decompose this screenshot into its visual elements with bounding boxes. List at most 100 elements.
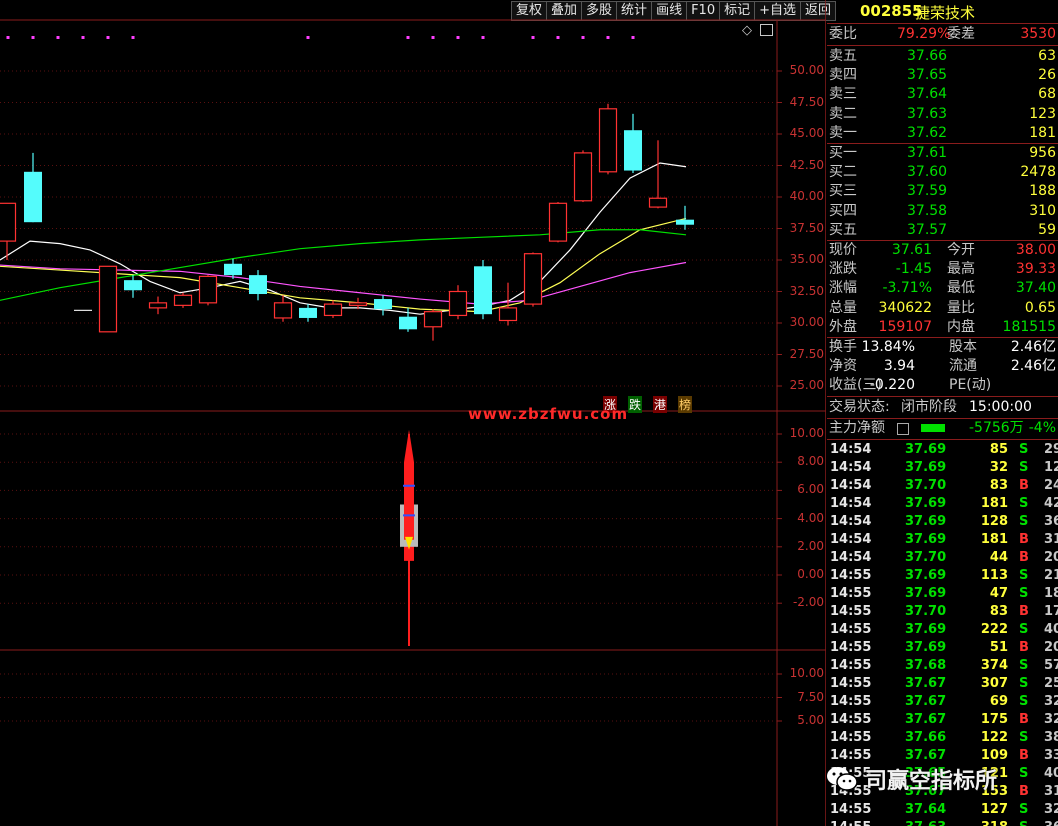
quote-panel: 002855 捷荣技术 委比 79.29% 委差 3530 卖五 37.66 63 卖… <box>827 0 1058 826</box>
candle <box>573 150 593 203</box>
wechat-icon <box>827 767 858 791</box>
sub-indicator-axis-label: 5.00 <box>797 713 824 727</box>
signal-dot <box>456 36 460 39</box>
signal-dot <box>306 36 310 39</box>
price-axis-label: 35.00 <box>789 252 824 266</box>
price-axis-label: 45.00 <box>789 126 824 140</box>
signal-dot <box>56 36 60 39</box>
kline-chart[interactable] <box>0 0 826 826</box>
rocket-indicator <box>400 429 418 646</box>
candle <box>448 285 468 320</box>
quote-row: 涨跌 -1.45 最高 39.33 <box>829 261 1056 278</box>
candle <box>98 265 118 333</box>
indicator-axis-label: 6.00 <box>797 482 824 497</box>
signal-dot <box>31 36 35 39</box>
signal-dot <box>581 36 585 39</box>
signal-dot <box>106 36 110 39</box>
candle <box>323 300 343 318</box>
badge-gang[interactable]: 港 <box>653 396 668 413</box>
price-axis-label: 47.50 <box>789 94 824 109</box>
tick-row: 14:54 37.70 44 B 20 <box>830 550 1058 565</box>
indicator-axis-label: -2.00 <box>792 595 824 610</box>
bid-row: 买四 37.58 310 <box>829 202 1056 219</box>
stock-header: 002855 捷荣技术 <box>827 0 1058 23</box>
candle <box>124 275 142 298</box>
tick-row: 14:55 37.69 222 S 40 <box>830 622 1058 637</box>
candle <box>548 202 568 243</box>
candle <box>423 309 443 341</box>
ask-row: 卖四 37.65 26 <box>829 67 1056 84</box>
candle <box>624 113 642 174</box>
trade-status-row: 交易状态: 闭市阶段 15:00:00 <box>829 399 1032 415</box>
tick-row: 14:55 37.66 122 S 38 <box>830 730 1058 745</box>
tick-row: 14:55 37.67 175 B 32 <box>830 712 1058 727</box>
indicator-axis-label: 10.00 <box>789 426 824 440</box>
stat-row: 净资 3.94 流通 2.46亿 <box>829 358 1056 375</box>
indicator-axis-label: 8.00 <box>797 454 824 469</box>
price-axis-label: 25.00 <box>789 378 824 392</box>
signal-dot <box>81 36 85 39</box>
sub-indicator-axis-label: 10.00 <box>789 666 824 680</box>
signal-dot <box>6 36 10 39</box>
price-axis-label: 40.00 <box>789 189 824 203</box>
tick-row: 14:55 37.69 51 B 20 <box>830 640 1058 655</box>
list-icon[interactable] <box>897 423 909 435</box>
main-flow-row: 主力净额 -5756万 -4% <box>829 420 1056 436</box>
price-axis-label: 30.00 <box>789 315 824 329</box>
ask-row: 卖二 37.63 123 <box>829 105 1056 122</box>
tick-row: 14:55 37.70 83 B 17 <box>830 604 1058 619</box>
signal-dot <box>631 36 635 39</box>
tick-row: 14:55 37.64 127 S 32 <box>830 802 1058 817</box>
ask-row: 卖五 37.66 63 <box>829 48 1056 64</box>
signal-dot <box>531 36 535 39</box>
sub-indicator-axis-label: 7.50 <box>797 689 824 704</box>
candle <box>598 103 618 175</box>
candle <box>148 296 168 315</box>
indicator-axis-label: 2.00 <box>797 538 824 553</box>
tick-row: 14:54 37.70 83 B 24 <box>830 478 1058 493</box>
signal-dot <box>431 36 435 39</box>
candle <box>249 270 267 301</box>
price-axis-label: 32.50 <box>789 283 824 298</box>
quote-row: 总量 340622 量比 0.65 <box>829 299 1056 316</box>
indicator-axis-label: 4.00 <box>797 510 824 525</box>
candle <box>474 260 492 320</box>
signal-dot <box>131 36 135 39</box>
flow-bar <box>921 424 945 432</box>
weibi-row: 委比 79.29% 委差 3530 <box>829 26 1056 42</box>
quote-row: 外盘 159107 内盘 181515 <box>829 318 1056 335</box>
stock-code: 002855 <box>860 2 923 20</box>
tick-row: 14:55 37.68 374 S 57 <box>830 658 1058 673</box>
stock-name: 捷荣技术 <box>915 4 976 22</box>
tick-row: 14:54 37.69 85 S 29 <box>830 442 1058 457</box>
candle <box>648 140 668 209</box>
tick-row: 14:55 37.67 307 S 25 <box>830 676 1058 691</box>
tick-row: 14:5537.63318S36 <box>827 819 1058 826</box>
tick-row: 14:54 37.69 32 S 12 <box>830 460 1058 475</box>
signal-dot <box>481 36 485 39</box>
diamond-icon[interactable]: ◇ <box>742 23 752 38</box>
candle <box>299 304 317 322</box>
bid-row: 买一 37.61 956 <box>829 145 1056 161</box>
tick-row: 14:55 37.69 47 S 18 <box>830 586 1058 601</box>
stat-row: 换手 13.84% 股本 2.46亿 <box>829 339 1056 355</box>
candle <box>24 152 42 223</box>
quote-row: 现价 37.61 今开 38.00 <box>829 242 1056 258</box>
candle <box>374 295 392 316</box>
badge-die[interactable]: 跌 <box>628 396 643 413</box>
price-axis-label: 37.50 <box>789 220 824 235</box>
indicator-axis-label: 0.00 <box>797 567 824 581</box>
signal-dot <box>406 36 410 39</box>
bid-row: 买三 37.59 188 <box>829 183 1056 200</box>
window-icon[interactable] <box>760 24 773 36</box>
candle <box>173 292 193 308</box>
candle <box>523 252 543 307</box>
badge-bang[interactable]: 榜 <box>678 396 693 413</box>
bid-row: 买二 37.60 2478 <box>829 164 1056 181</box>
site-watermark: www.zbzfwu.com <box>468 405 629 423</box>
signal-dot <box>606 36 610 39</box>
wechat-watermark: 司赢空指标所 <box>825 763 997 795</box>
ask-row: 卖一 37.62 181 <box>829 124 1056 141</box>
bid-row: 买五 37.57 59 <box>829 221 1056 238</box>
ask-row: 卖三 37.64 68 <box>829 86 1056 103</box>
